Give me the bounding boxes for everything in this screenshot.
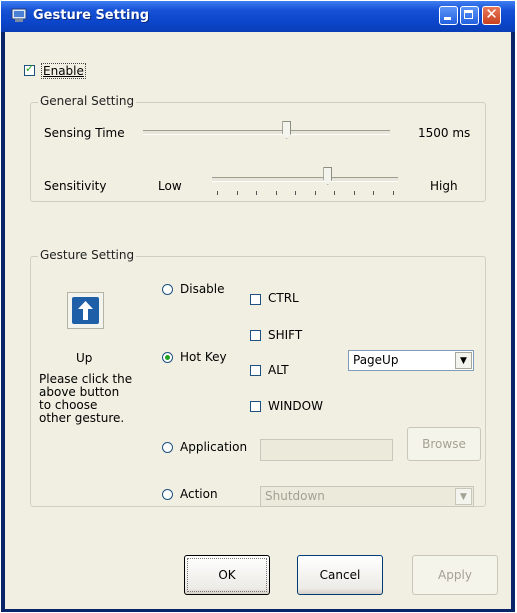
close-icon: ✕ [485, 5, 498, 23]
ctrl-checkbox[interactable] [250, 294, 261, 305]
maximize-button[interactable] [460, 6, 479, 25]
gesture-hint: Please click the above button to choose … [39, 373, 149, 425]
sensing-time-value: 1500 ms [418, 126, 471, 140]
hotkey-key-select[interactable]: PageUp ▼ [348, 350, 474, 371]
alt-label[interactable]: ALT [268, 363, 289, 377]
sensitivity-high-label: High [430, 179, 458, 193]
ctrl-label[interactable]: CTRL [268, 291, 299, 305]
enable-checkbox[interactable] [24, 62, 35, 76]
action-radio[interactable] [162, 489, 173, 500]
sensitivity-label: Sensitivity [44, 179, 107, 193]
shift-checkbox[interactable] [250, 330, 261, 341]
slider-tick [275, 191, 277, 195]
sensitivity-slider-track[interactable] [212, 177, 398, 182]
app-window-icon [11, 8, 27, 22]
sensing-time-slider-track[interactable] [143, 130, 390, 135]
ok-button[interactable]: OK [184, 555, 270, 595]
general-setting-title: General Setting [38, 94, 137, 108]
slider-tick [217, 191, 218, 195]
gesture-setting-title: Gesture Setting [38, 248, 137, 262]
chevron-down-icon[interactable]: ▼ [455, 352, 472, 369]
hotkey-radio[interactable] [162, 352, 173, 363]
application-radio[interactable] [162, 442, 173, 453]
action-select[interactable]: Shutdown ▼ [260, 486, 474, 507]
window-label[interactable]: WINDOW [268, 399, 323, 413]
gesture-button[interactable] [67, 292, 104, 329]
cancel-button[interactable]: Cancel [297, 555, 383, 595]
gesture-setting-window: Gesture Setting ✕ Enable General Setting… [1, 1, 515, 612]
slider-tick [334, 191, 336, 195]
action-radio-label[interactable]: Action [180, 487, 218, 501]
hotkey-key-value: PageUp [353, 353, 399, 367]
enable-label[interactable]: Enable [41, 63, 86, 79]
gesture-name: Up [76, 351, 93, 365]
apply-button[interactable]: Apply [412, 555, 498, 595]
sensing-time-label: Sensing Time [44, 126, 125, 140]
title-bar[interactable]: Gesture Setting ✕ [1, 1, 515, 32]
alt-checkbox[interactable] [250, 365, 261, 376]
shift-label[interactable]: SHIFT [268, 328, 302, 342]
minimize-button[interactable] [439, 6, 458, 25]
disable-radio-label[interactable]: Disable [180, 282, 225, 296]
gesture-hint-line: other gesture. [39, 411, 125, 425]
arrow-up-icon [72, 297, 99, 324]
dialog-client-area: Enable General Setting Sensing Time 1500… [5, 32, 511, 609]
hotkey-radio-label[interactable]: Hot Key [180, 350, 227, 364]
sensitivity-low-label: Low [158, 179, 182, 193]
application-path-input[interactable] [260, 439, 393, 461]
window-checkbox[interactable] [250, 401, 261, 412]
browse-button[interactable]: Browse [407, 427, 481, 461]
application-radio-label[interactable]: Application [180, 440, 247, 454]
disable-radio[interactable] [162, 284, 173, 295]
slider-tick [314, 191, 316, 195]
close-button[interactable]: ✕ [482, 5, 501, 25]
action-select-value: Shutdown [265, 489, 325, 503]
window-title: Gesture Setting [33, 8, 150, 23]
enable-label-text: Enable [43, 64, 84, 78]
slider-tick [393, 191, 394, 195]
chevron-down-icon[interactable]: ▼ [455, 488, 472, 505]
slider-tick [353, 191, 355, 195]
slider-tick [256, 191, 258, 195]
slider-tick [236, 191, 238, 195]
slider-tick [373, 191, 375, 195]
slider-tick [295, 191, 297, 195]
